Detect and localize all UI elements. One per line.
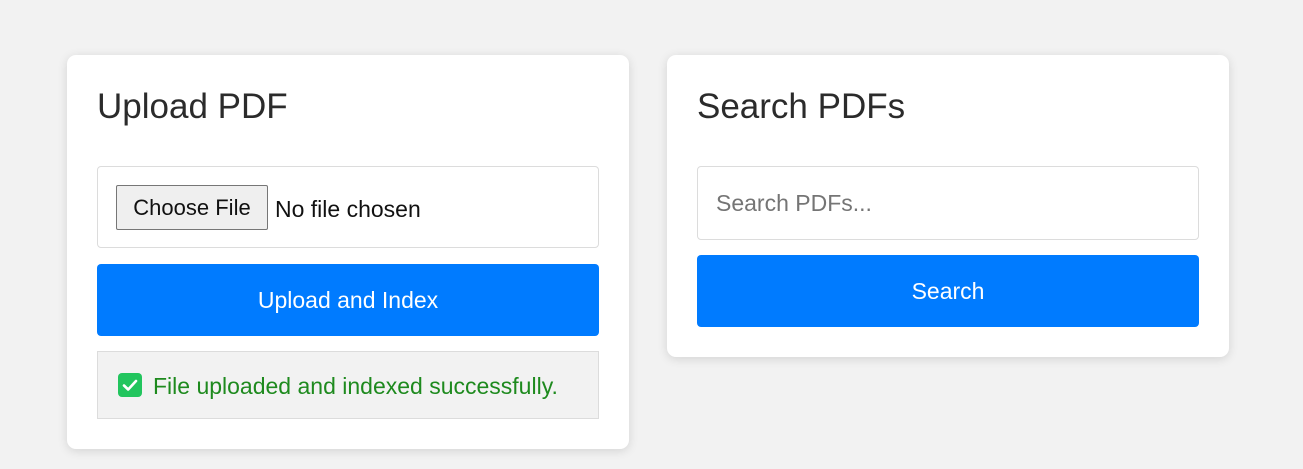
search-pdfs-card: Search PDFs Search [667,55,1229,357]
upload-and-index-button[interactable]: Upload and Index [97,264,599,336]
search-card-title: Search PDFs [697,87,906,126]
upload-card-title: Upload PDF [97,87,288,126]
upload-success-message: File uploaded and indexed successfully. [97,351,599,419]
upload-pdf-card: Upload PDF Choose File No file chosen Up… [67,55,629,449]
success-message-text: File uploaded and indexed successfully. [153,373,558,399]
check-icon [118,373,142,397]
file-status-text: No file chosen [275,196,421,222]
file-input-box: Choose File No file chosen [97,166,599,248]
search-input[interactable] [697,166,1199,240]
choose-file-button[interactable]: Choose File [116,185,268,230]
search-button[interactable]: Search [697,255,1199,327]
